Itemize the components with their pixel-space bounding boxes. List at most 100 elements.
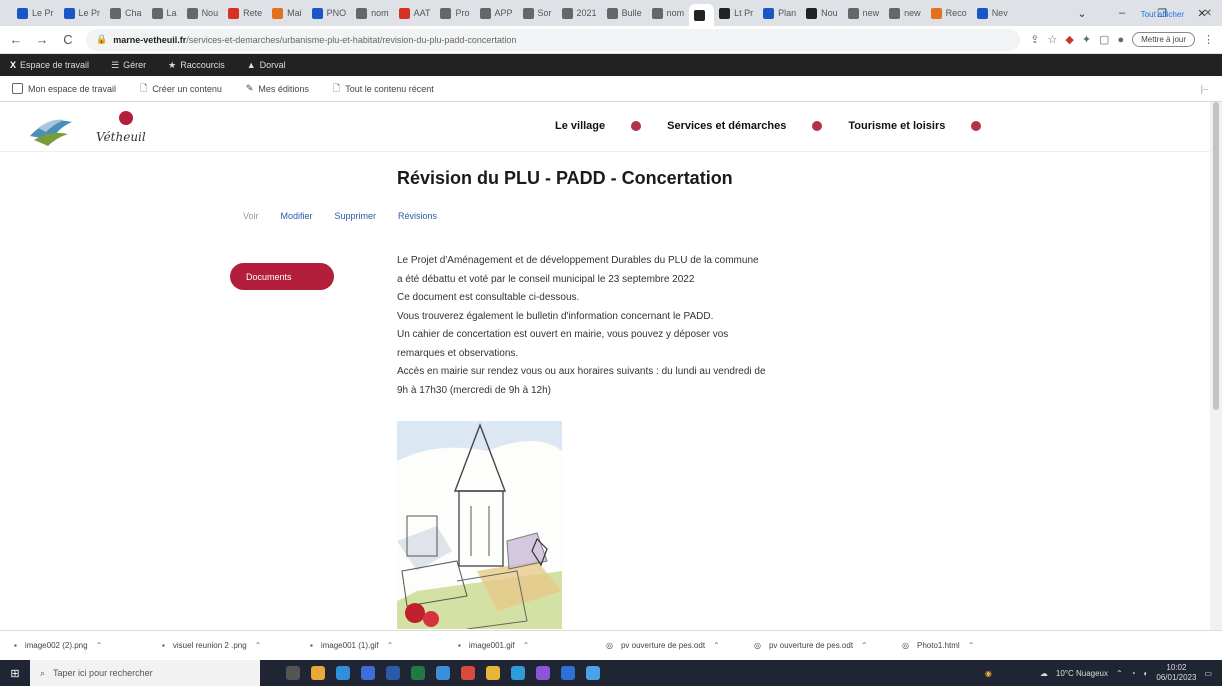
browser-tab[interactable]: Mai (267, 3, 307, 23)
admin-item-manage[interactable]: ☰ Gérer (111, 60, 146, 71)
scrollbar-thumb[interactable] (1213, 102, 1219, 410)
mail-icon[interactable] (361, 666, 375, 680)
chevron-up-icon[interactable]: ⌃ (968, 641, 975, 650)
download-item[interactable]: ◎ pv ouverture de pes.odt ⌃ (606, 641, 754, 650)
tab-edit[interactable]: Modifier (281, 211, 313, 221)
forward-icon[interactable]: → (34, 32, 50, 47)
browser-tab[interactable]: Lt Pr (714, 3, 758, 23)
network-icon[interactable]: ◔ (1131, 669, 1136, 678)
download-item[interactable]: ▪ image001 (1).gif ⌃ (310, 641, 458, 650)
documents-button[interactable]: Documents (230, 263, 334, 290)
browser-tab[interactable]: nom (351, 3, 394, 23)
browser-tab[interactable]: new (884, 3, 926, 23)
page-scrollbar[interactable] (1210, 102, 1222, 630)
puzzle-icon[interactable]: ✦ (1082, 33, 1091, 46)
tab-search-icon[interactable]: ⌄ (1062, 0, 1102, 26)
browser-tab[interactable]: APP (475, 3, 518, 23)
notifications-icon[interactable]: ▭ (1204, 669, 1212, 678)
chevron-up-icon[interactable]: ⌃ (713, 641, 720, 650)
app-icon[interactable] (436, 666, 450, 680)
browser-tab[interactable]: new (843, 3, 885, 23)
tab-delete[interactable]: Supprimer (335, 211, 377, 221)
download-item[interactable]: ◎ Photo1.html ⌃ (902, 641, 1050, 650)
volume-icon[interactable]: ◐ (1144, 669, 1149, 678)
profile-icon[interactable]: ● (1117, 34, 1124, 46)
menu-icon[interactable]: ⋮ (1203, 33, 1214, 46)
browser-tab[interactable]: Sor (518, 3, 557, 23)
chevron-up-icon[interactable]: ⌃ (387, 641, 394, 650)
browser-tab[interactable]: Cha (105, 3, 147, 23)
app-icon[interactable] (461, 666, 475, 680)
chrome-tray-icon[interactable]: ◉ (985, 669, 992, 678)
nav-item-village[interactable]: Le village (555, 120, 605, 132)
browser-tab[interactable]: 2021 (557, 3, 602, 23)
admin-item-workspace[interactable]: X Espace de travail (10, 60, 89, 70)
browser-tab[interactable]: Plan (758, 3, 801, 23)
app-icon[interactable] (536, 666, 550, 680)
extensions-area: ⇪ ☆ ◆ ✦ ▢ ● Mettre à jour ⋮ (1030, 32, 1214, 47)
minimize-button[interactable]: – (1102, 0, 1142, 26)
windows-start-icon[interactable]: ⊞ (0, 660, 30, 686)
update-button[interactable]: Mettre à jour (1132, 32, 1195, 47)
shortcut-recent-content[interactable]: 🗋 Tout le contenu récent (333, 81, 434, 97)
chevron-up-icon[interactable]: ⌃ (523, 641, 530, 650)
file-explorer-icon[interactable] (311, 666, 325, 680)
edge-icon[interactable] (336, 666, 350, 680)
weather-text[interactable]: 10°C Nuageux (1056, 669, 1108, 678)
reload-icon[interactable]: C (60, 32, 76, 47)
shortcut-workspace[interactable]: Mon espace de travail (12, 83, 116, 94)
download-item[interactable]: ▪ visuel reunion 2 .png ⌃ (162, 641, 310, 650)
tab-view[interactable]: Voir (243, 211, 259, 221)
toolbar-orientation-icon[interactable]: |– (1201, 84, 1208, 94)
sidebar-icon[interactable]: ▢ (1099, 33, 1109, 46)
browser-tab[interactable]: Le Pr (12, 3, 59, 23)
admin-item-user[interactable]: ▲ Dorval (247, 60, 286, 70)
app-icon[interactable] (511, 666, 525, 680)
share-icon[interactable]: ⇪ (1030, 33, 1039, 46)
chevron-up-icon[interactable]: ⌃ (255, 641, 262, 650)
tab-revisions[interactable]: Révisions (398, 211, 437, 221)
browser-tab[interactable]: Rete (223, 3, 267, 23)
excel-icon[interactable] (411, 666, 425, 680)
word-icon[interactable] (386, 666, 400, 680)
nav-item-tourism[interactable]: Tourisme et loisirs (848, 120, 945, 132)
download-item[interactable]: ◎ pv ouverture de pes.odt ⌃ (754, 641, 902, 650)
browser-tab[interactable]: Nev (972, 3, 1013, 23)
bookmark-star-icon[interactable]: ☆ (1047, 33, 1057, 46)
taskbar-search[interactable]: ⌕ Taper ici pour rechercher (30, 660, 260, 686)
browser-tab[interactable]: Nou (182, 3, 224, 23)
back-icon[interactable]: ← (8, 32, 24, 47)
download-item[interactable]: ▪ image002 (2).png ⌃ (14, 641, 162, 650)
browser-tab[interactable]: Le Pr (59, 3, 106, 23)
tab-favicon-icon (228, 7, 240, 19)
close-download-shelf-icon[interactable]: ✕ (1204, 8, 1212, 19)
app-icon[interactable] (561, 666, 575, 680)
url-field[interactable]: 🔒 marne-vetheuil.fr/services-et-demarche… (86, 28, 1021, 51)
tab-label: Le Pr (32, 8, 54, 18)
browser-tab[interactable]: Bulle (602, 3, 647, 23)
tray-chevron-icon[interactable]: ⌃ (1116, 669, 1123, 678)
show-all-downloads[interactable]: Tout afficher (1141, 10, 1184, 19)
chrome-icon[interactable] (486, 666, 500, 680)
admin-item-shortcuts[interactable]: ★ Raccourcis (168, 60, 225, 71)
clock[interactable]: 10:02 06/01/2023 (1156, 663, 1196, 683)
browser-tab[interactable]: Pro (435, 3, 474, 23)
close-window-button[interactable]: ✕ (1182, 0, 1222, 26)
site-logo[interactable]: Vétheuil (28, 108, 146, 146)
browser-tab[interactable]: nom (647, 3, 690, 23)
extension-icon[interactable]: ◆ (1065, 33, 1073, 46)
nav-item-services[interactable]: Services et démarches (667, 120, 786, 132)
download-item[interactable]: ▪ image001.gif ⌃ (458, 641, 606, 650)
chevron-up-icon[interactable]: ⌃ (861, 641, 868, 650)
browser-tab[interactable]: PNO (307, 3, 352, 23)
shortcut-my-edits[interactable]: ✎ Mes éditions (246, 83, 309, 94)
browser-tab[interactable] (689, 4, 715, 26)
app-icon[interactable] (586, 666, 600, 680)
browser-tab[interactable]: AAT (394, 3, 436, 23)
chevron-up-icon[interactable]: ⌃ (96, 641, 103, 650)
browser-tab[interactable]: Reco (926, 3, 972, 23)
browser-tab[interactable]: La (147, 3, 182, 23)
browser-tab[interactable]: Nou (801, 3, 843, 23)
shortcut-create-content[interactable]: 🗋 Créer un contenu (140, 81, 222, 97)
task-view-icon[interactable] (286, 666, 300, 680)
